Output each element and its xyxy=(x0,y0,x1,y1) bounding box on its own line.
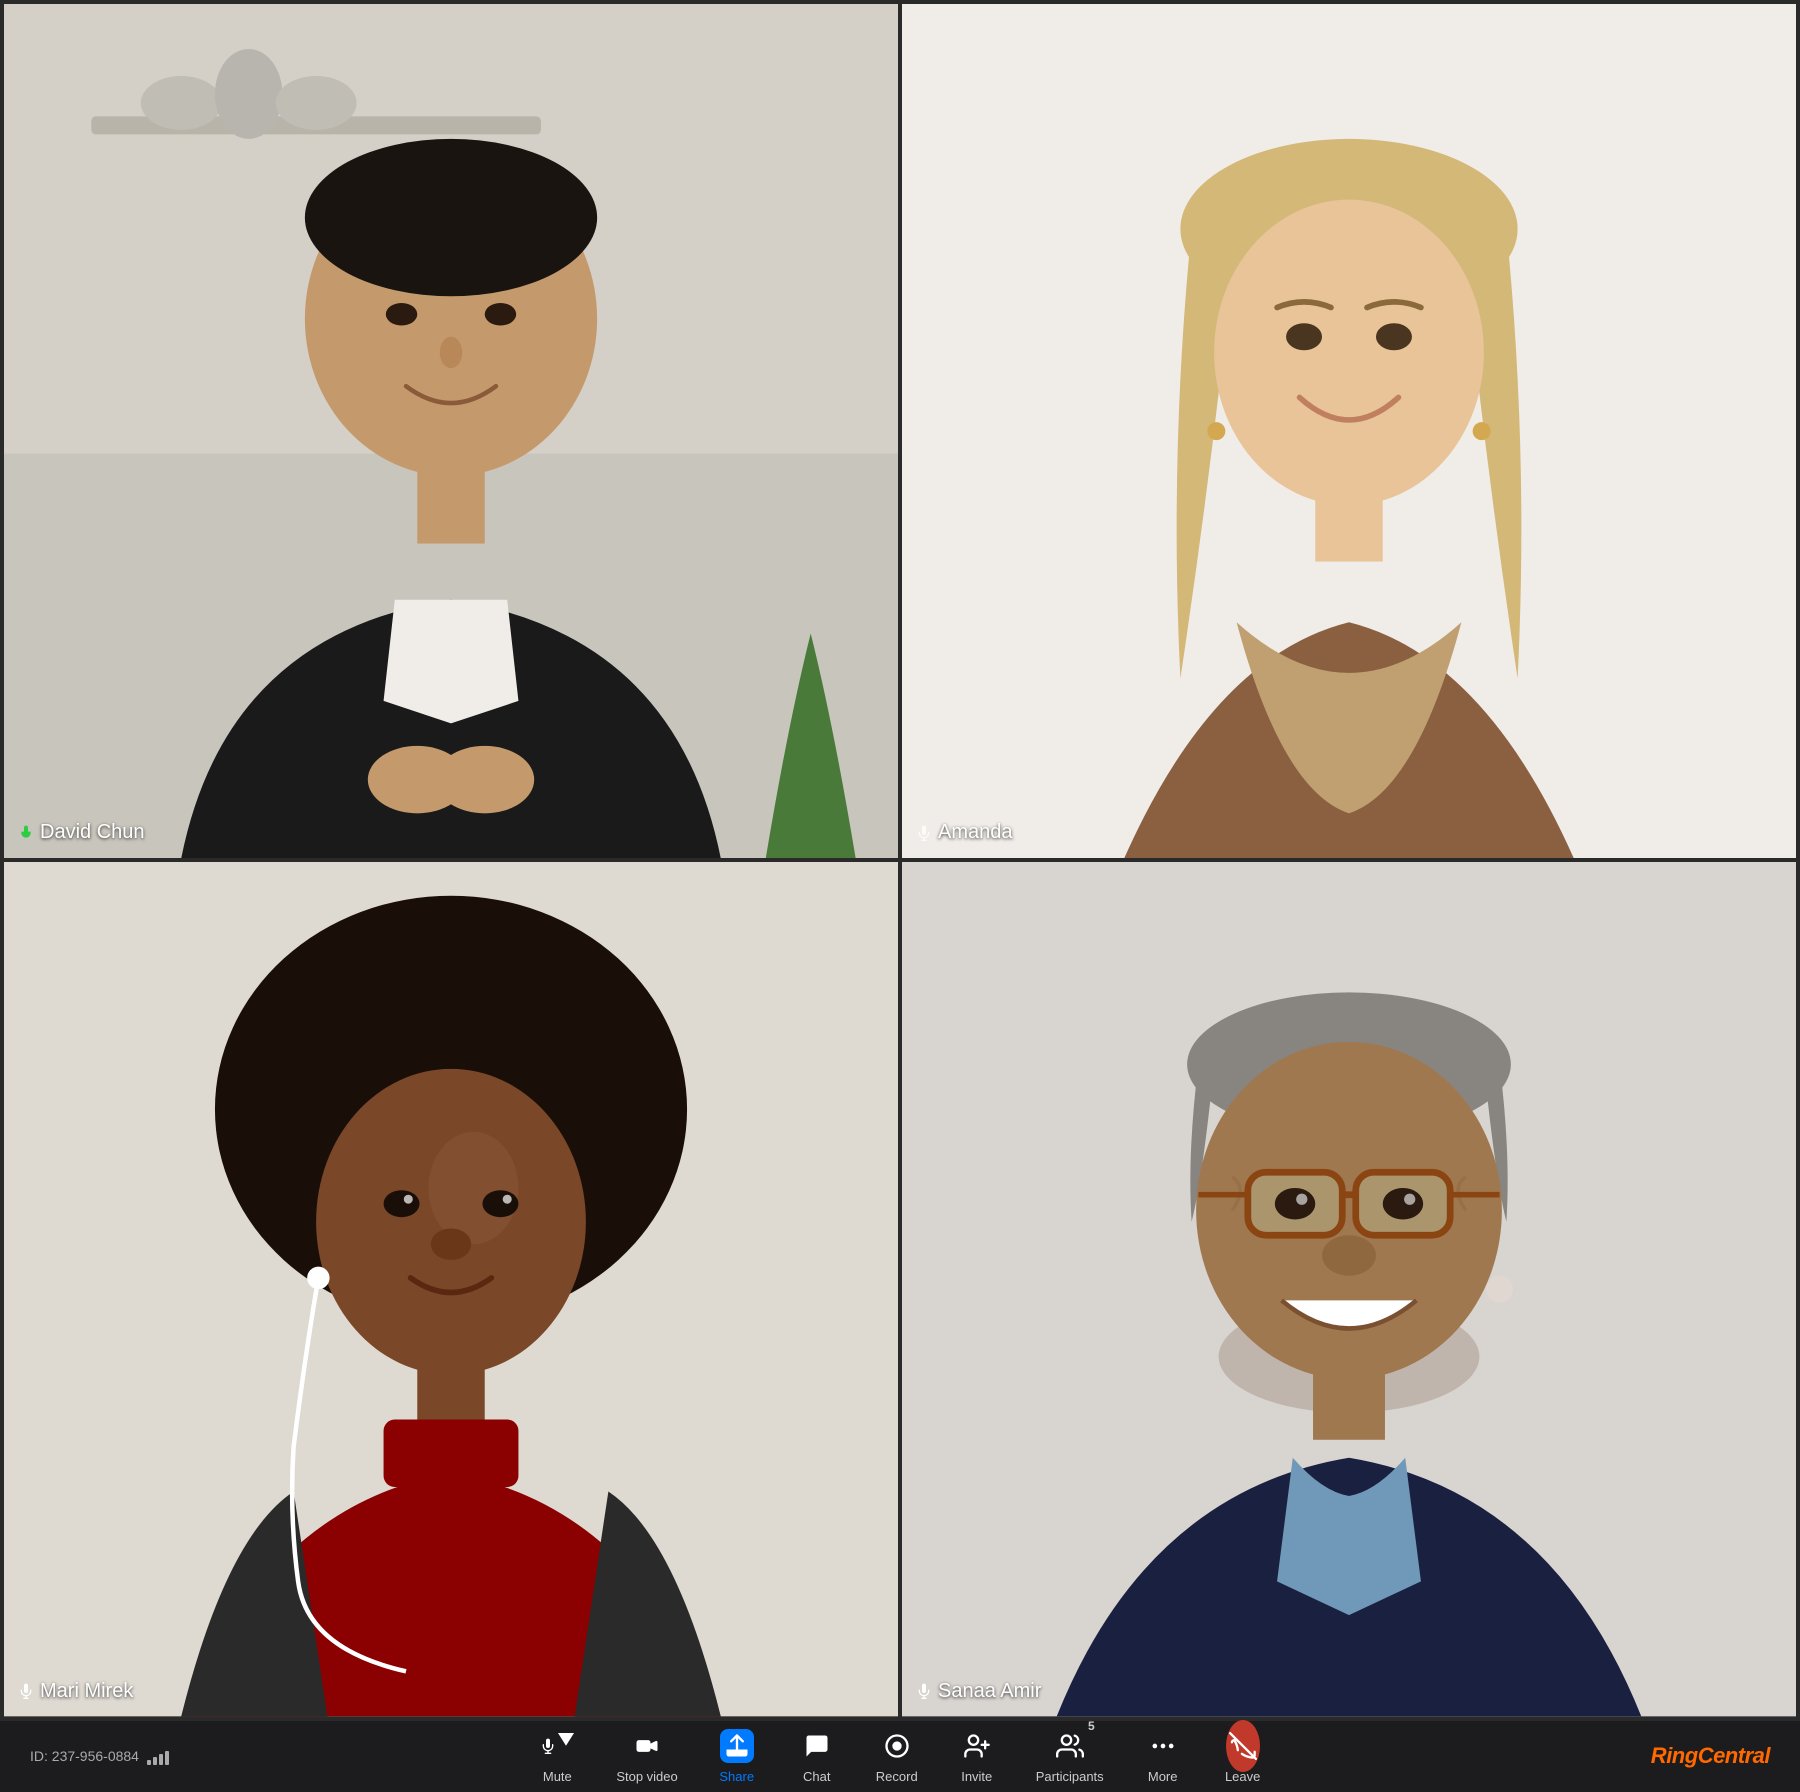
mute-button[interactable]: Mute xyxy=(522,1721,592,1792)
mic-icon-mari xyxy=(18,1683,34,1699)
signal-bar-1 xyxy=(147,1760,151,1765)
participants-icon: 5 xyxy=(1053,1729,1087,1763)
invite-label: Invite xyxy=(961,1769,992,1784)
mute-icon-group xyxy=(540,1729,574,1763)
stop-video-button[interactable]: Stop video xyxy=(602,1721,691,1792)
signal-strength xyxy=(147,1747,169,1765)
signal-bar-4 xyxy=(165,1751,169,1765)
invite-icon xyxy=(960,1729,994,1763)
ringcentral-logo: RingCentral xyxy=(1651,1743,1770,1769)
more-label: More xyxy=(1148,1769,1178,1784)
toolbar-controls: Mute Stop video Share xyxy=(522,1721,1277,1792)
participant-name-david: David Chun xyxy=(18,821,145,844)
toolbar: ID: 237-956-0884 Mute xyxy=(0,1721,1800,1792)
meeting-info: ID: 237-956-0884 xyxy=(30,1747,230,1765)
mic-icon-sanaa xyxy=(916,1683,932,1699)
video-tile-amanda: Amanda xyxy=(902,4,1796,858)
video-tile-david: David Chun xyxy=(4,4,898,858)
leave-label: Leave xyxy=(1225,1769,1260,1784)
leave-button[interactable]: Leave xyxy=(1208,1721,1278,1792)
invite-button[interactable]: Invite xyxy=(942,1721,1012,1792)
leave-icon xyxy=(1226,1729,1260,1763)
participant-name-sanaa: Sanaa Amir xyxy=(916,1680,1041,1703)
share-button[interactable]: Share xyxy=(702,1721,772,1792)
share-label: Share xyxy=(719,1769,754,1784)
signal-bar-3 xyxy=(159,1754,163,1765)
mic-icon-david xyxy=(18,825,34,841)
share-icon xyxy=(720,1729,754,1763)
microphone-icon xyxy=(540,1732,556,1760)
meeting-id: ID: 237-956-0884 xyxy=(30,1748,139,1764)
stop-video-icon xyxy=(630,1729,664,1763)
more-icon xyxy=(1146,1729,1180,1763)
chat-icon xyxy=(800,1729,834,1763)
chat-label: Chat xyxy=(803,1769,830,1784)
chat-button[interactable]: Chat xyxy=(782,1721,852,1792)
video-tile-mari: Mari Mirek xyxy=(4,862,898,1716)
mute-label: Mute xyxy=(543,1769,572,1784)
mic-icon-amanda xyxy=(916,825,932,841)
participants-label: Participants xyxy=(1036,1769,1104,1784)
logo-area: RingCentral xyxy=(1570,1743,1770,1769)
video-grid: David Chun xyxy=(0,0,1800,1721)
participants-button[interactable]: 5 Participants xyxy=(1022,1721,1118,1792)
video-tile-sanaa: Sanaa Amir xyxy=(902,862,1796,1716)
participant-name-mari: Mari Mirek xyxy=(18,1680,133,1703)
mute-arrow-icon xyxy=(558,1727,574,1755)
record-button[interactable]: Record xyxy=(862,1721,932,1792)
record-icon xyxy=(880,1729,914,1763)
stop-video-label: Stop video xyxy=(616,1769,677,1784)
participant-count-badge: 5 xyxy=(1088,1719,1095,1733)
participant-name-amanda: Amanda xyxy=(916,821,1013,844)
record-label: Record xyxy=(876,1769,918,1784)
more-button[interactable]: More xyxy=(1128,1721,1198,1792)
signal-bar-2 xyxy=(153,1757,157,1765)
